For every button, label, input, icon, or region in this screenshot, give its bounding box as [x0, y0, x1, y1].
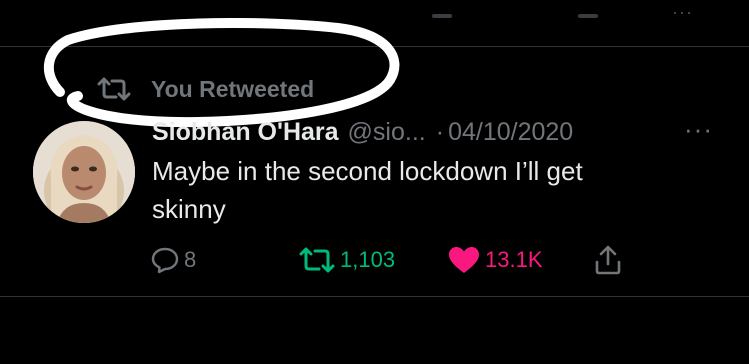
- tweet-screen: ··· You Retweeted Siobhan O'Hara @sio...…: [0, 0, 749, 364]
- tweet-text: Maybe in the second lockdown I’ll get sk…: [152, 156, 583, 224]
- reply-icon: [151, 247, 179, 274]
- author-name[interactable]: Siobhan O'Hara: [152, 118, 339, 147]
- header-separator: ·: [435, 117, 445, 146]
- avatar[interactable]: [33, 121, 135, 223]
- retweet-icon: [299, 247, 335, 273]
- reply-button[interactable]: 8: [150, 242, 196, 278]
- heart-icon: [449, 247, 479, 273]
- reply-count: 8: [184, 247, 197, 272]
- divider-bottom: [0, 296, 749, 297]
- previous-action-icon[interactable]: [432, 14, 452, 18]
- share-icon: [595, 245, 621, 275]
- previous-more-icon[interactable]: ···: [672, 2, 693, 23]
- author-handle[interactable]: @sio...: [348, 118, 426, 147]
- tweet-header: Siobhan O'Hara @sio... · 04/10/2020: [152, 116, 573, 148]
- like-button[interactable]: 13.1K: [447, 242, 543, 278]
- share-button[interactable]: [593, 242, 623, 278]
- retweet-button[interactable]: 1,103: [298, 242, 395, 278]
- like-count: 13.1K: [485, 247, 543, 272]
- more-options-icon[interactable]: ···: [684, 114, 713, 145]
- previous-action-icon[interactable]: [578, 14, 598, 18]
- retweet-count: 1,103: [340, 247, 396, 272]
- tweet-actions: 8 1,103 13.1K: [150, 242, 650, 278]
- tweet-date[interactable]: 04/10/2020: [448, 118, 573, 147]
- avatar-photo: [33, 121, 135, 223]
